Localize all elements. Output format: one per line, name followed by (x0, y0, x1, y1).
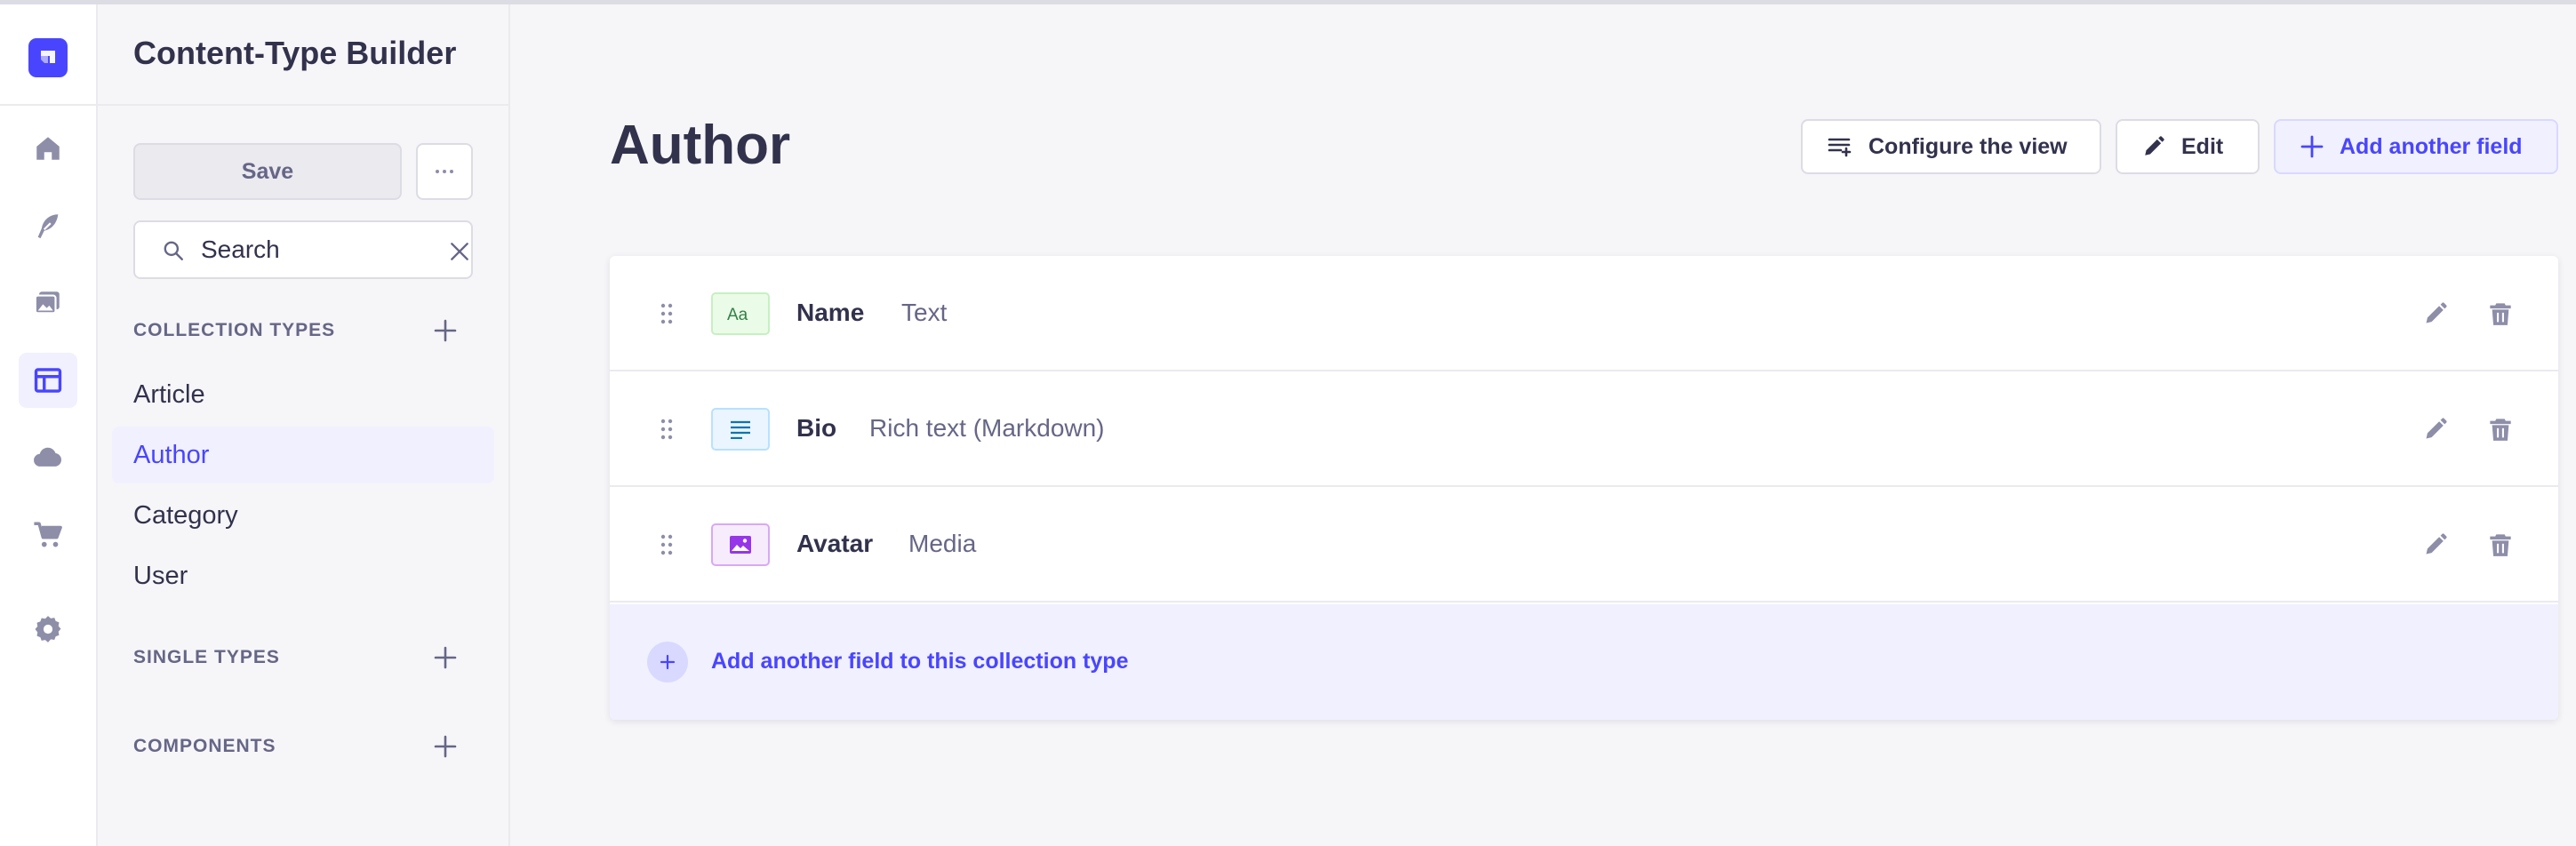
nav-media-library[interactable] (19, 275, 77, 331)
plus-icon (2300, 135, 2324, 158)
gear-icon (35, 616, 61, 642)
add-another-field-label: Add another field (2340, 133, 2523, 159)
edit-field-pencil-icon[interactable] (2423, 417, 2448, 442)
collection-types-heading: COLLECTION TYPES (133, 320, 336, 340)
edit-button[interactable]: Edit (2116, 119, 2260, 174)
nav-deploy[interactable] (19, 430, 77, 485)
delete-field-trash-icon[interactable] (2489, 301, 2512, 326)
field-row-bio: Bio Rich text (Markdown) (610, 371, 2558, 487)
plus-circle-icon (647, 642, 688, 682)
pencil-icon (2145, 136, 2164, 156)
nav-content-type-builder[interactable] (19, 353, 77, 408)
field-name: Bio (796, 414, 837, 442)
feather-icon (37, 214, 59, 239)
nav-settings[interactable] (19, 602, 77, 657)
layout-icon (34, 368, 62, 393)
drag-handle-icon[interactable] (660, 302, 674, 325)
more-actions-button[interactable] (416, 143, 473, 200)
text-field-icon: Aa (711, 292, 770, 335)
cart-icon (34, 522, 62, 547)
sidebar-item-article[interactable]: Article (112, 366, 494, 423)
edit-label: Edit (2181, 133, 2224, 159)
drag-handle-icon[interactable] (660, 418, 674, 441)
single-types-heading: SINGLE TYPES (133, 647, 280, 667)
richtext-field-icon (711, 408, 770, 451)
strapi-logo[interactable] (28, 38, 68, 77)
save-button[interactable]: Save (133, 143, 402, 200)
sidebar-divider (98, 104, 508, 106)
nav-marketplace[interactable] (19, 507, 77, 563)
sidebar-title: Content-Type Builder (133, 35, 457, 71)
field-name: Name (796, 299, 865, 326)
field-type: Text (901, 299, 948, 326)
components-heading: COMPONENTS (133, 736, 276, 756)
list-settings-icon (1828, 138, 1852, 157)
add-field-to-collection-row[interactable]: Add another field to this collection typ… (610, 604, 2558, 720)
sidebar-item-user[interactable]: User (112, 547, 494, 604)
field-row-name: Aa Name Text (610, 256, 2558, 371)
search-icon (164, 241, 183, 260)
add-another-field-button[interactable]: Add another field (2274, 119, 2558, 174)
add-single-type-plus-icon[interactable] (434, 646, 457, 669)
drag-handle-icon[interactable] (660, 533, 674, 556)
media-field-icon (711, 523, 770, 566)
add-collection-type-plus-icon[interactable] (434, 319, 457, 342)
configure-view-label: Configure the view (1868, 133, 2068, 159)
field-type: Media (908, 530, 977, 557)
sidebar-item-author[interactable]: Author (112, 427, 494, 483)
clear-search-icon[interactable] (448, 240, 471, 263)
fields-list: Aa Name Text Bio Rich text (Markdown) Av… (610, 256, 2558, 720)
nav-content-manager[interactable] (19, 198, 77, 253)
sidebar-item-category[interactable]: Category (112, 487, 494, 544)
media-library-icon (34, 291, 60, 315)
more-icon (436, 170, 453, 173)
home-icon (36, 137, 60, 160)
configure-view-button[interactable]: Configure the view (1801, 119, 2101, 174)
page-title: Author (610, 115, 791, 176)
search-field[interactable] (133, 220, 473, 279)
edit-field-pencil-icon[interactable] (2423, 532, 2448, 557)
add-component-plus-icon[interactable] (434, 735, 457, 758)
search-input[interactable] (201, 233, 405, 267)
field-name: Avatar (796, 530, 874, 557)
content-type-sidebar: Content-Type Builder Save COLLECTION TYP… (98, 4, 510, 846)
cloud-icon (34, 447, 61, 467)
field-row-avatar: Avatar Media (610, 487, 2558, 603)
field-type: Rich text (Markdown) (869, 414, 1105, 442)
delete-field-trash-icon[interactable] (2489, 417, 2512, 442)
svg-text:Aa: Aa (727, 306, 748, 323)
edit-field-pencil-icon[interactable] (2423, 301, 2448, 326)
add-field-to-collection-label: Add another field to this collection typ… (711, 649, 1129, 674)
rail-divider (0, 104, 96, 106)
delete-field-trash-icon[interactable] (2489, 532, 2512, 557)
main-nav-rail (0, 4, 98, 846)
nav-home[interactable] (19, 121, 77, 176)
